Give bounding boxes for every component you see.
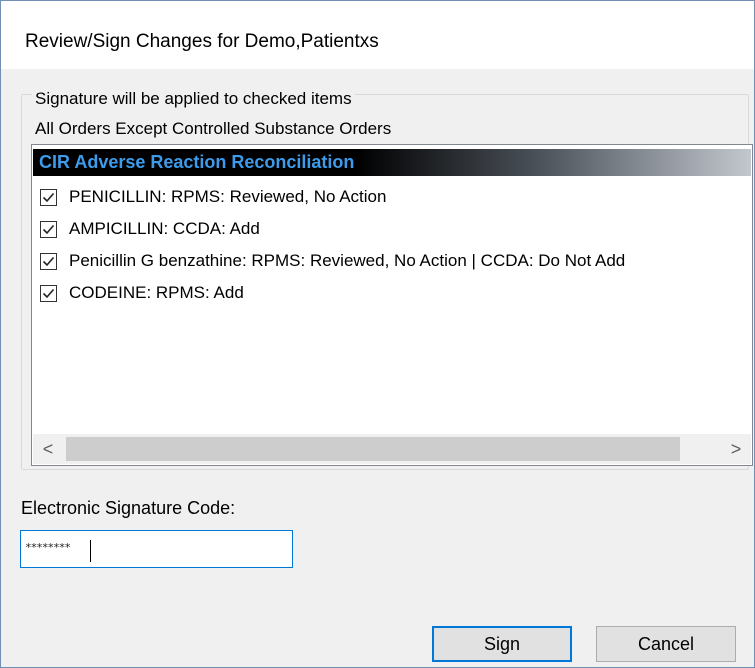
list-item-label: Penicillin G benzathine: RPMS: Reviewed,… bbox=[69, 251, 626, 270]
horizontal-scrollbar[interactable]: < > bbox=[33, 434, 751, 464]
cancel-button[interactable]: Cancel bbox=[596, 626, 736, 662]
orders-sublabel: All Orders Except Controlled Substance O… bbox=[35, 119, 392, 138]
list-item[interactable]: AMPICILLIN: CCDA: Add bbox=[40, 215, 752, 243]
list-item[interactable]: CODEINE: RPMS: Add bbox=[40, 279, 752, 307]
scroll-right-button[interactable]: > bbox=[721, 434, 751, 464]
sign-button[interactable]: Sign bbox=[432, 626, 572, 662]
review-sign-dialog: Review/Sign Changes for Demo,Patientxs S… bbox=[0, 0, 755, 668]
signature-code-input[interactable]: ******** bbox=[20, 530, 293, 568]
checkbox[interactable] bbox=[40, 220, 57, 238]
orders-checklist[interactable]: CIR Adverse Reaction Reconciliation PENI… bbox=[31, 144, 753, 466]
signature-code-label: Electronic Signature Code: bbox=[21, 498, 236, 518]
list-section-header: CIR Adverse Reaction Reconciliation bbox=[33, 149, 751, 176]
checkbox[interactable] bbox=[40, 188, 57, 206]
scroll-left-button[interactable]: < bbox=[33, 434, 63, 464]
list-item-label: CODEINE: RPMS: Add bbox=[69, 283, 244, 302]
scroll-thumb[interactable] bbox=[66, 437, 680, 461]
text-caret bbox=[90, 540, 91, 562]
list-item[interactable]: PENICILLIN: RPMS: Reviewed, No Action bbox=[40, 183, 752, 211]
group-legend: Signature will be applied to checked ite… bbox=[32, 89, 355, 109]
list-section-header-label: CIR Adverse Reaction Reconciliation bbox=[39, 152, 355, 172]
list-item-label: PENICILLIN: RPMS: Reviewed, No Action bbox=[69, 187, 387, 206]
checkbox[interactable] bbox=[40, 284, 57, 302]
list-item[interactable]: Penicillin G benzathine: RPMS: Reviewed,… bbox=[40, 247, 752, 275]
checkmark-icon bbox=[42, 224, 55, 234]
checkmark-icon bbox=[42, 192, 55, 202]
list-item-label: AMPICILLIN: CCDA: Add bbox=[69, 219, 260, 238]
checkmark-icon bbox=[42, 256, 55, 266]
checkmark-icon bbox=[42, 288, 55, 298]
dialog-title: Review/Sign Changes for Demo,Patientxs bbox=[25, 31, 379, 52]
title-bar: Review/Sign Changes for Demo,Patientxs bbox=[1, 1, 754, 69]
checkbox[interactable] bbox=[40, 252, 57, 270]
